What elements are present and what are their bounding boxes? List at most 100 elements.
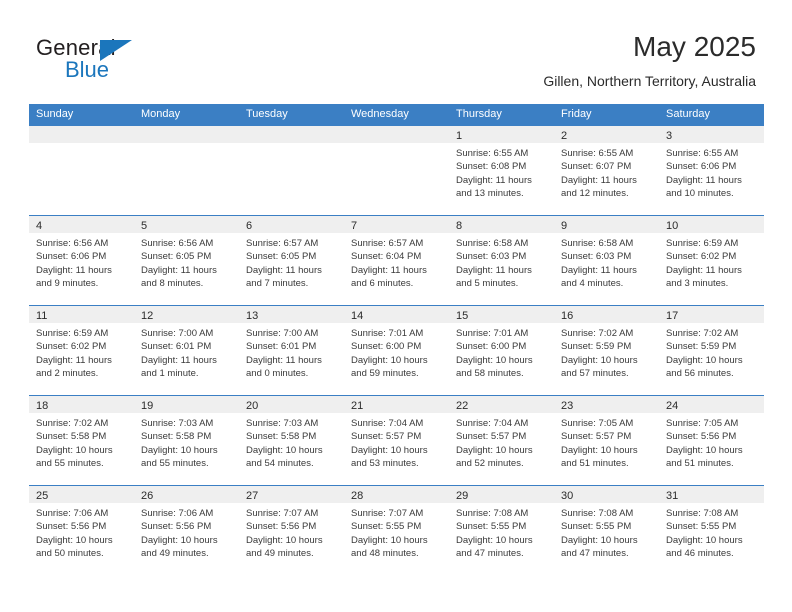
daylight-text-line1: Daylight: 11 hours	[561, 174, 637, 186]
daylight-text-line2: and 49 minutes.	[141, 548, 209, 560]
sunrise-text: Sunrise: 6:59 AM	[666, 238, 739, 249]
brand-logo[interactable]: General Blue	[36, 36, 216, 88]
day-cell[interactable]: 5 Sunrise: 6:56 AM Sunset: 6:05 PM Dayli…	[134, 216, 239, 305]
daylight-text-line1: Daylight: 11 hours	[246, 264, 322, 276]
day-cell[interactable]: 27 Sunrise: 7:07 AM Sunset: 5:56 PM Dayl…	[239, 486, 344, 575]
day-number-band: 21	[344, 396, 449, 413]
day-cell[interactable]: 6 Sunrise: 6:57 AM Sunset: 6:05 PM Dayli…	[239, 216, 344, 305]
day-number: 23	[561, 400, 574, 412]
day-cell[interactable]: 28 Sunrise: 7:07 AM Sunset: 5:55 PM Dayl…	[344, 486, 449, 575]
sunset-text: Sunset: 5:57 PM	[351, 431, 422, 443]
daylight-text-line2: and 10 minutes.	[666, 188, 734, 200]
daylight-text-line2: and 13 minutes.	[456, 188, 524, 200]
weekday-monday: Monday	[141, 108, 181, 120]
daylight-text-line1: Daylight: 10 hours	[561, 354, 638, 366]
day-cell[interactable]: 8 Sunrise: 6:58 AM Sunset: 6:03 PM Dayli…	[449, 216, 554, 305]
day-cell[interactable]: 13 Sunrise: 7:00 AM Sunset: 6:01 PM Dayl…	[239, 306, 344, 395]
day-cell[interactable]: 2 Sunrise: 6:55 AM Sunset: 6:07 PM Dayli…	[554, 126, 659, 215]
day-cell[interactable]: 4 Sunrise: 6:56 AM Sunset: 6:06 PM Dayli…	[29, 216, 134, 305]
daylight-text-line2: and 48 minutes.	[351, 548, 419, 560]
day-number: 19	[141, 400, 154, 412]
day-cell[interactable]: 21 Sunrise: 7:04 AM Sunset: 5:57 PM Dayl…	[344, 396, 449, 485]
week-row: 4 Sunrise: 6:56 AM Sunset: 6:06 PM Dayli…	[29, 215, 764, 305]
day-cell[interactable]: 31 Sunrise: 7:08 AM Sunset: 5:55 PM Dayl…	[659, 486, 764, 575]
day-cell[interactable]: 1 Sunrise: 6:55 AM Sunset: 6:08 PM Dayli…	[449, 126, 554, 215]
day-number	[239, 130, 246, 142]
sunset-text: Sunset: 6:06 PM	[666, 161, 737, 173]
day-cell[interactable]: 16 Sunrise: 7:02 AM Sunset: 5:59 PM Dayl…	[554, 306, 659, 395]
sunrise-text: Sunrise: 7:06 AM	[141, 508, 214, 519]
daylight-text-line2: and 55 minutes.	[141, 458, 209, 470]
page-subtitle: Gillen, Northern Territory, Australia	[543, 73, 756, 89]
day-number-band: 11	[29, 306, 134, 323]
sunset-text: Sunset: 5:56 PM	[666, 431, 737, 443]
day-number-band: 23	[554, 396, 659, 413]
day-number-band: 8	[449, 216, 554, 233]
sunrise-text: Sunrise: 6:57 AM	[351, 238, 424, 249]
day-cell[interactable]: 30 Sunrise: 7:08 AM Sunset: 5:55 PM Dayl…	[554, 486, 659, 575]
daylight-text-line1: Daylight: 10 hours	[141, 444, 218, 456]
day-cell[interactable]: 7 Sunrise: 6:57 AM Sunset: 6:04 PM Dayli…	[344, 216, 449, 305]
sunrise-text: Sunrise: 7:03 AM	[246, 418, 319, 429]
day-cell[interactable]: 26 Sunrise: 7:06 AM Sunset: 5:56 PM Dayl…	[134, 486, 239, 575]
daylight-text-line1: Daylight: 11 hours	[456, 264, 532, 276]
day-cell[interactable]: 22 Sunrise: 7:04 AM Sunset: 5:57 PM Dayl…	[449, 396, 554, 485]
day-number: 8	[456, 220, 463, 232]
day-number: 10	[666, 220, 679, 232]
day-number-band: 7	[344, 216, 449, 233]
day-number-band: 5	[134, 216, 239, 233]
sunrise-text: Sunrise: 7:05 AM	[666, 418, 739, 429]
sunrise-text: Sunrise: 6:56 AM	[36, 238, 109, 249]
sunset-text: Sunset: 5:56 PM	[246, 521, 317, 533]
daylight-text-line2: and 57 minutes.	[561, 368, 629, 380]
weekday-saturday: Saturday	[666, 108, 711, 120]
day-number: 27	[246, 490, 259, 502]
day-number-band	[344, 126, 449, 143]
day-cell[interactable]: 9 Sunrise: 6:58 AM Sunset: 6:03 PM Dayli…	[554, 216, 659, 305]
daylight-text-line1: Daylight: 11 hours	[141, 264, 217, 276]
sunrise-text: Sunrise: 7:00 AM	[141, 328, 214, 339]
day-number: 26	[141, 490, 154, 502]
daylight-text-line1: Daylight: 10 hours	[456, 534, 533, 546]
day-cell[interactable]: 19 Sunrise: 7:03 AM Sunset: 5:58 PM Dayl…	[134, 396, 239, 485]
day-cell[interactable]: 20 Sunrise: 7:03 AM Sunset: 5:58 PM Dayl…	[239, 396, 344, 485]
day-cell[interactable]: 11 Sunrise: 6:59 AM Sunset: 6:02 PM Dayl…	[29, 306, 134, 395]
daylight-text-line1: Daylight: 10 hours	[246, 444, 323, 456]
daylight-text-line2: and 50 minutes.	[36, 548, 104, 560]
sunrise-text: Sunrise: 7:06 AM	[36, 508, 109, 519]
sunrise-text: Sunrise: 7:01 AM	[456, 328, 529, 339]
day-cell[interactable]: 17 Sunrise: 7:02 AM Sunset: 5:59 PM Dayl…	[659, 306, 764, 395]
day-details: Sunrise: 6:59 AM Sunset: 6:02 PM Dayligh…	[29, 323, 134, 381]
day-cell[interactable]: 18 Sunrise: 7:02 AM Sunset: 5:58 PM Dayl…	[29, 396, 134, 485]
day-cell-empty	[344, 126, 449, 215]
sunrise-text: Sunrise: 7:08 AM	[456, 508, 529, 519]
daylight-text-line1: Daylight: 11 hours	[141, 354, 217, 366]
day-details: Sunrise: 7:02 AM Sunset: 5:58 PM Dayligh…	[29, 413, 134, 471]
daylight-text-line2: and 2 minutes.	[36, 368, 99, 380]
sunrise-text: Sunrise: 6:55 AM	[561, 148, 634, 159]
day-details: Sunrise: 6:56 AM Sunset: 6:05 PM Dayligh…	[134, 233, 239, 291]
day-cell[interactable]: 23 Sunrise: 7:05 AM Sunset: 5:57 PM Dayl…	[554, 396, 659, 485]
sunrise-text: Sunrise: 6:59 AM	[36, 328, 109, 339]
day-number	[134, 130, 141, 142]
day-details: Sunrise: 7:07 AM Sunset: 5:56 PM Dayligh…	[239, 503, 344, 561]
day-cell[interactable]: 24 Sunrise: 7:05 AM Sunset: 5:56 PM Dayl…	[659, 396, 764, 485]
day-number: 5	[141, 220, 148, 232]
day-details: Sunrise: 6:55 AM Sunset: 6:06 PM Dayligh…	[659, 143, 764, 201]
sunset-text: Sunset: 5:59 PM	[561, 341, 632, 353]
sunset-text: Sunset: 6:06 PM	[36, 251, 107, 263]
daylight-text-line2: and 46 minutes.	[666, 548, 734, 560]
daylight-text-line2: and 52 minutes.	[456, 458, 524, 470]
day-cell[interactable]: 12 Sunrise: 7:00 AM Sunset: 6:01 PM Dayl…	[134, 306, 239, 395]
day-cell[interactable]: 29 Sunrise: 7:08 AM Sunset: 5:55 PM Dayl…	[449, 486, 554, 575]
day-details: Sunrise: 7:07 AM Sunset: 5:55 PM Dayligh…	[344, 503, 449, 561]
sunset-text: Sunset: 5:57 PM	[561, 431, 632, 443]
daylight-text-line1: Daylight: 10 hours	[666, 354, 743, 366]
day-cell[interactable]: 3 Sunrise: 6:55 AM Sunset: 6:06 PM Dayli…	[659, 126, 764, 215]
day-cell[interactable]: 14 Sunrise: 7:01 AM Sunset: 6:00 PM Dayl…	[344, 306, 449, 395]
day-cell[interactable]: 10 Sunrise: 6:59 AM Sunset: 6:02 PM Dayl…	[659, 216, 764, 305]
day-cell[interactable]: 15 Sunrise: 7:01 AM Sunset: 6:00 PM Dayl…	[449, 306, 554, 395]
day-number-band: 4	[29, 216, 134, 233]
sunrise-text: Sunrise: 7:05 AM	[561, 418, 634, 429]
day-cell[interactable]: 25 Sunrise: 7:06 AM Sunset: 5:56 PM Dayl…	[29, 486, 134, 575]
